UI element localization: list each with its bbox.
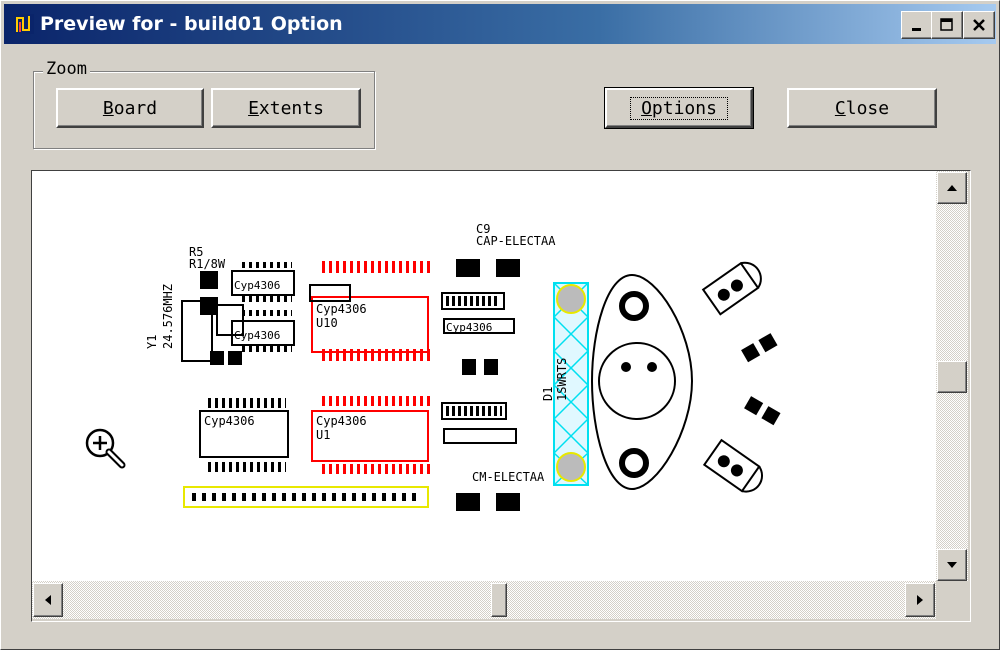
scrollbar-corner	[936, 581, 968, 619]
label-d1: D1	[541, 387, 555, 401]
window-title: Preview for - build01 Option	[40, 13, 343, 35]
options-button[interactable]: Options	[604, 87, 754, 129]
extents-label: xtents	[258, 97, 324, 119]
chip-u1-red: Cyp4306 U1	[311, 396, 430, 474]
arrow-up-icon	[947, 185, 957, 191]
label-u1: U1	[316, 428, 330, 442]
preview-window: Preview for - build01 Option Zoom Board …	[0, 0, 1000, 650]
pcb-drawing: R5 R1/8W Y1 24.576MHZ Cyp4306 Cyp4306 Cy…	[85, 222, 781, 511]
scroll-left-button[interactable]	[33, 583, 63, 617]
label-cap-bottom: CM-ELECTAA	[472, 470, 545, 484]
scroll-up-button[interactable]	[937, 172, 967, 204]
minimize-button[interactable]	[901, 11, 933, 39]
extents-accel: E	[248, 97, 259, 119]
scroll-down-button[interactable]	[937, 549, 967, 581]
app-icon	[14, 14, 34, 34]
close-window-button[interactable]	[963, 11, 995, 39]
chip-u10-red: Cyp4306 U10	[309, 261, 430, 361]
label-chip4: Cyp4306	[204, 414, 255, 428]
label-r1-8w: R1/8W	[189, 257, 226, 271]
zoom-in-magnifier-icon	[85, 428, 126, 469]
horizontal-scrollbar[interactable]	[32, 581, 936, 619]
close-icon	[973, 19, 985, 31]
label-freq: 24.576MHZ	[161, 284, 175, 349]
right-leds	[701, 261, 781, 493]
label-y1: Y1	[145, 335, 159, 349]
options-accel: O	[641, 97, 652, 119]
horizontal-scroll-thumb[interactable]	[491, 583, 507, 617]
board-preview-canvas[interactable]: R5 R1/8W Y1 24.576MHZ Cyp4306 Cyp4306 Cy…	[32, 171, 936, 581]
label-chip5: Cyp4306	[316, 414, 367, 428]
chip-left-top: Cyp4306 Cyp4306	[231, 262, 295, 352]
board-label: oard	[113, 97, 158, 119]
close-accel: C	[834, 97, 846, 119]
board-accel: B	[102, 97, 114, 119]
zoom-group-label: Zoom	[43, 59, 90, 79]
label-bw: 1SWRTS	[555, 358, 569, 401]
scroll-right-button[interactable]	[905, 583, 935, 617]
label-chip2: Cyp4306	[234, 329, 280, 342]
title-bar[interactable]: Preview for - build01 Option	[4, 4, 996, 44]
label-chip1: Cyp4306	[234, 279, 280, 292]
chip-left-bottom: Cyp4306	[199, 398, 289, 472]
arrow-right-icon	[917, 595, 923, 605]
maximize-icon	[940, 18, 953, 31]
arrow-down-icon	[947, 562, 957, 568]
board-button[interactable]: Board	[56, 88, 204, 128]
connector-strip	[183, 486, 429, 508]
label-chip6: Cyp4306	[446, 321, 492, 334]
arrow-left-icon	[45, 595, 51, 605]
extents-button[interactable]: Extents	[211, 88, 361, 128]
label-chip3: Cyp4306	[316, 302, 367, 316]
close-label: lose	[845, 97, 890, 119]
power-transistor	[590, 273, 694, 491]
minimize-icon	[912, 28, 921, 31]
middle-section: C9 CAP-ELECTAA Cyp4306 CM-ELECTAA	[441, 222, 556, 511]
options-label: ptions	[651, 97, 717, 119]
label-u10: U10	[316, 316, 338, 330]
crystal-area: R5 R1/8W Y1 24.576MHZ	[145, 245, 244, 365]
vertical-scroll-thumb[interactable]	[937, 361, 967, 393]
heatsink-strip: D1 1SWRTS	[541, 282, 589, 486]
label-cap-top: CAP-ELECTAA	[476, 234, 556, 248]
close-button[interactable]: Close	[787, 88, 937, 128]
maximize-button[interactable]	[931, 11, 963, 39]
